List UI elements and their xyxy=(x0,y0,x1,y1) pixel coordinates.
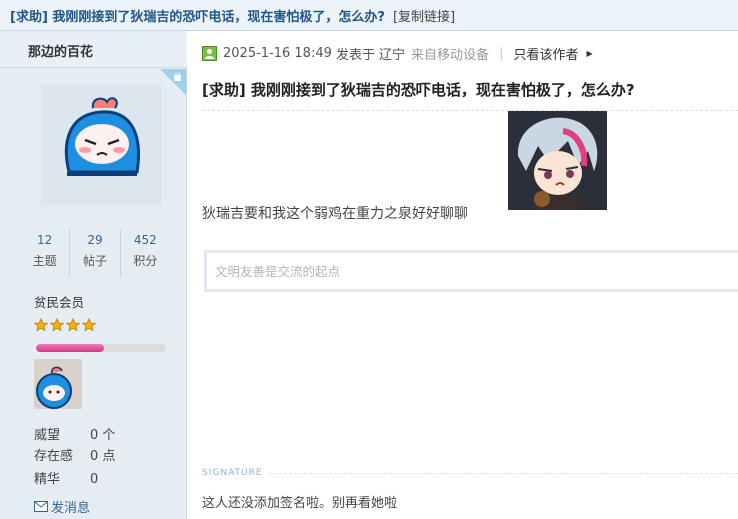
posted-in-label: 发表于 xyxy=(336,47,376,63)
avatar[interactable] xyxy=(41,84,162,205)
level-progress-fill xyxy=(36,344,104,352)
copy-link-button[interactable]: [复制链接] xyxy=(393,6,455,25)
thread-title: [求助] 我刚刚接到了狄瑞吉的恐吓电话，现在害怕极了，怎么办? xyxy=(10,9,385,25)
send-message-label: 发消息 xyxy=(51,501,91,516)
quick-reply-box[interactable] xyxy=(204,250,738,292)
author-stats: 12 主题 29 帖子 452 积分 xyxy=(20,229,170,277)
star-icon xyxy=(66,318,80,332)
stat-points-value: 452 xyxy=(133,233,157,247)
prop-presence-value: 0 点 xyxy=(90,449,116,464)
prop-digest-label: 精华 xyxy=(34,472,61,487)
signature-label-text: SIGNATURE xyxy=(202,468,263,478)
send-message-button[interactable]: 发消息 xyxy=(34,497,90,516)
user-medal[interactable] xyxy=(34,359,82,409)
prop-presence-label: 存在感 xyxy=(34,449,74,464)
only-author-link[interactable]: 只看该作者 xyxy=(513,44,578,63)
mail-icon xyxy=(34,501,48,512)
post-subject: [求助] 我刚刚接到了狄瑞吉的恐吓电话，现在害怕极了，怎么办? xyxy=(202,79,738,111)
rank-stars xyxy=(34,318,96,332)
stat-posts-label: 帖子 xyxy=(82,254,107,268)
prop-prestige: 威望 0 个 xyxy=(34,424,115,443)
stat-posts-value: 29 xyxy=(87,233,103,247)
android-icon xyxy=(160,69,186,95)
signature-text: 这人还没添加签名啦。别再看她啦 xyxy=(202,496,398,511)
stat-posts[interactable]: 29 帖子 xyxy=(69,229,119,277)
stat-threads-label: 主题 xyxy=(32,254,57,268)
prop-digest: 精华 0 xyxy=(34,468,98,487)
user-rank[interactable]: 贫民会员 xyxy=(34,292,84,311)
sticker-art xyxy=(508,111,607,210)
post-location: 辽宁 xyxy=(379,47,406,63)
level-progress-bar xyxy=(36,344,166,352)
thread-title-bar: [求助] 我刚刚接到了狄瑞吉的恐吓电话，现在害怕极了，怎么办? [复制链接] xyxy=(0,0,738,31)
medal-image xyxy=(34,359,82,409)
star-icon xyxy=(82,318,96,332)
post-datetime: 2025-1-16 18:49 xyxy=(223,45,332,61)
prop-prestige-label: 威望 xyxy=(34,428,61,443)
author-name-link[interactable]: 那边的百花 xyxy=(0,31,187,68)
post-content-area: 2025-1-16 18:49 发表于 辽宁 来自移动设备 | 只看该作者 ▶ … xyxy=(188,31,738,519)
avatar-image xyxy=(41,84,162,205)
stat-threads-value: 12 xyxy=(37,233,53,247)
post-sticker-image[interactable] xyxy=(508,111,607,210)
prop-digest-value: 0 xyxy=(90,472,99,487)
post-body-text: 狄瑞吉要和我这个弱鸡在重力之泉好好聊聊 xyxy=(202,206,468,222)
author-sidebar: 那边的百花 12 主题 29 帖子 452 积分 贫民会员 威望 0 个 存在感… xyxy=(0,31,187,519)
prop-presence: 存在感 0 点 xyxy=(34,445,115,464)
arrow-right-icon: ▶ xyxy=(586,48,593,58)
prop-prestige-value: 0 个 xyxy=(90,428,116,443)
signature-label: SIGNATURE xyxy=(202,468,738,478)
stat-threads[interactable]: 12 主题 xyxy=(20,229,69,277)
stat-points[interactable]: 452 积分 xyxy=(119,229,170,277)
star-icon xyxy=(34,318,48,332)
post-meta: 2025-1-16 18:49 发表于 辽宁 来自移动设备 | 只看该作者 ▶ xyxy=(202,43,593,63)
quick-reply-input[interactable] xyxy=(207,253,738,289)
meta-separator: | xyxy=(499,45,504,61)
star-icon xyxy=(50,318,64,332)
stat-points-label: 积分 xyxy=(133,254,158,268)
online-status-icon xyxy=(202,45,217,61)
post-mobile-source: 来自移动设备 xyxy=(411,47,490,63)
